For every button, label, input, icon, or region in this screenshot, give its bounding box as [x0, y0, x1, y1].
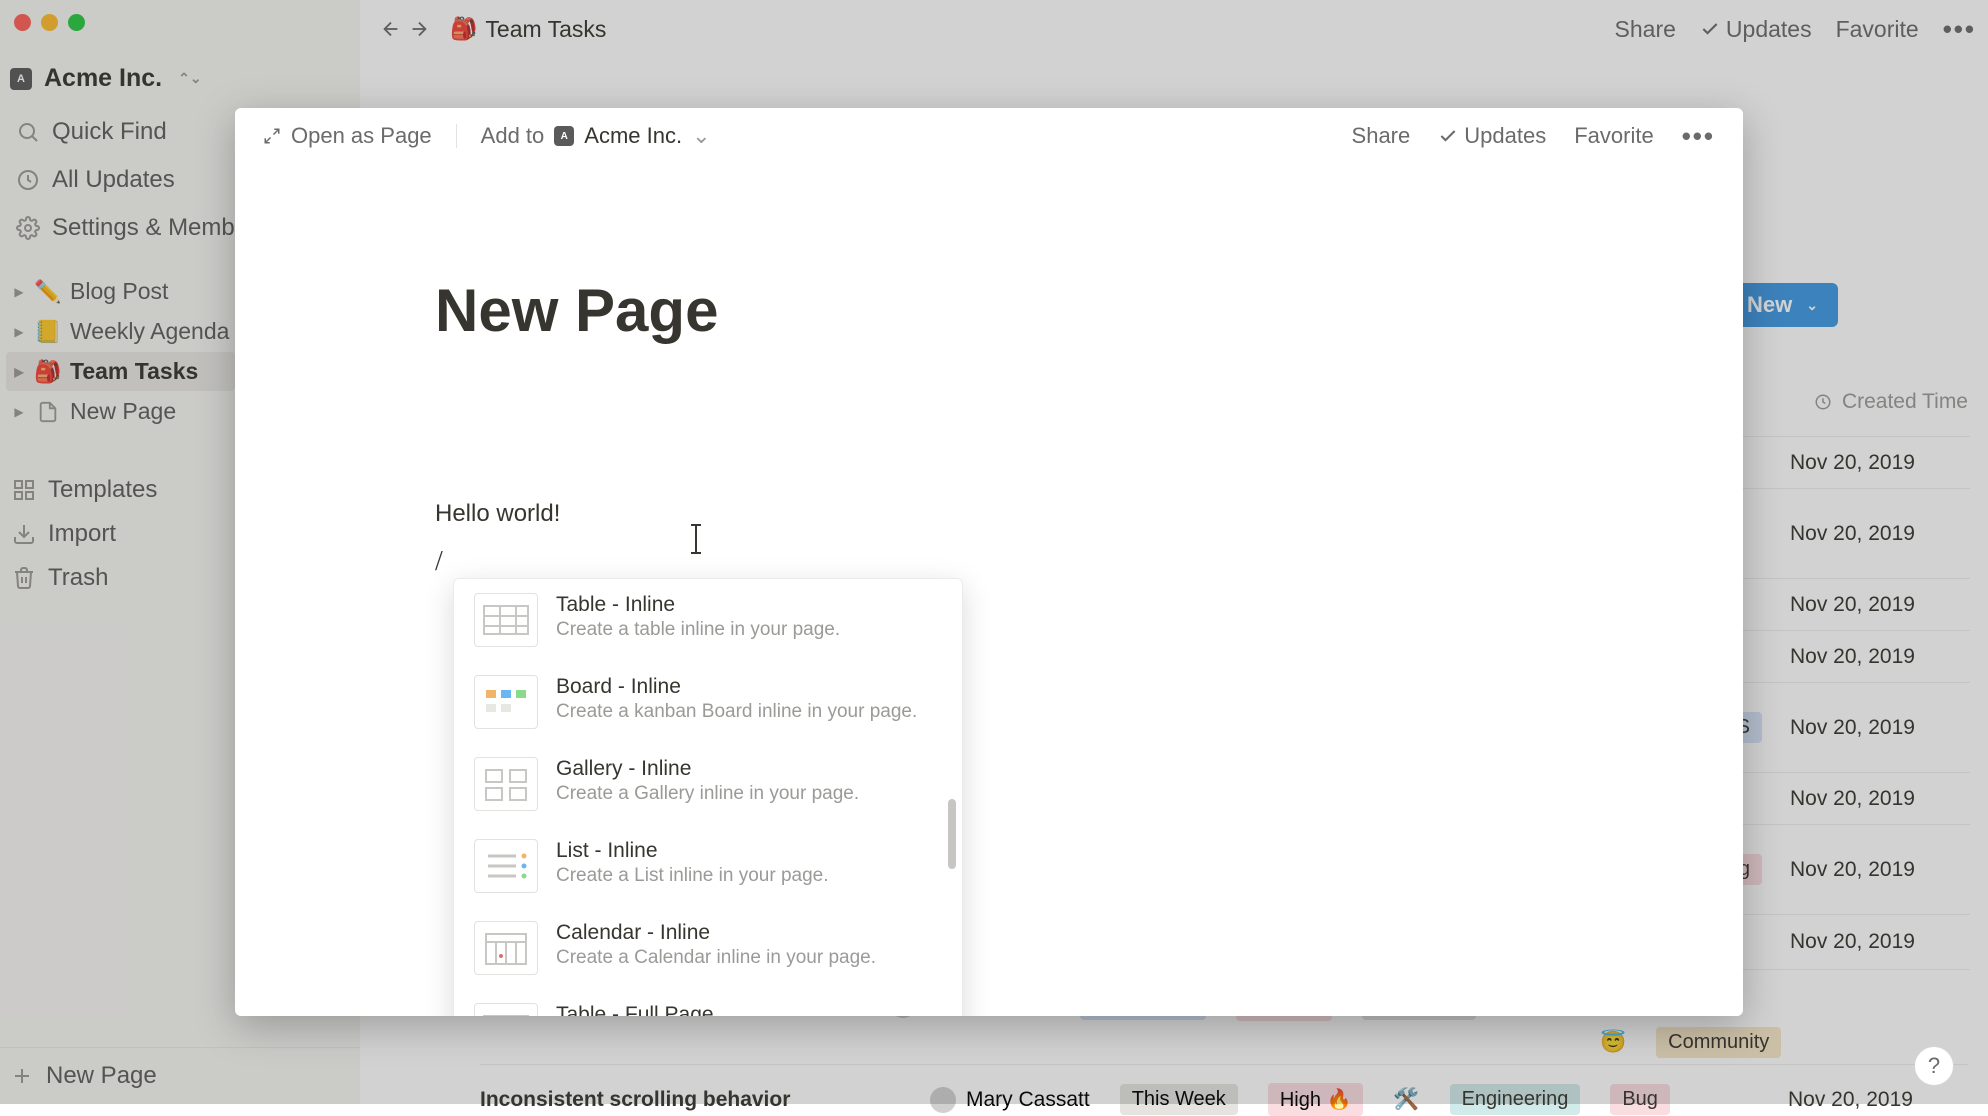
thumb-table-icon — [474, 1003, 538, 1016]
open-as-page-button[interactable]: Open as Page — [263, 123, 432, 149]
slash-item-subtitle: Create a List inline in your page. — [556, 865, 829, 887]
thumb-table-icon — [474, 593, 538, 647]
slash-item-title: Table - Inline — [556, 593, 840, 617]
slash-item-table-fullpage[interactable]: Table - Full Page — [454, 989, 962, 1016]
expand-icon — [263, 127, 281, 145]
scrollbar-thumb[interactable] — [948, 799, 956, 869]
slash-item-title: List - Inline — [556, 839, 829, 863]
modal-toolbar: Open as Page Add to A Acme Inc. ⌄ Share … — [235, 108, 1743, 164]
thumb-board-icon — [474, 675, 538, 729]
text-cursor-icon — [695, 526, 697, 552]
slash-item-subtitle: Create a Calendar inline in your page. — [556, 947, 876, 969]
slash-item-gallery-inline[interactable]: Gallery - Inline Create a Gallery inline… — [454, 743, 962, 825]
help-label: ? — [1928, 1053, 1940, 1079]
slash-item-list-inline[interactable]: List - Inline Create a List inline in yo… — [454, 825, 962, 907]
add-to-selector[interactable]: Add to A Acme Inc. ⌄ — [481, 123, 711, 149]
add-to-prefix: Add to — [481, 123, 545, 149]
slash-item-subtitle: Create a kanban Board inline in your pag… — [556, 701, 917, 723]
help-button[interactable]: ? — [1914, 1046, 1954, 1086]
slash-item-calendar-inline[interactable]: Calendar - Inline Create a Calendar inli… — [454, 907, 962, 989]
slash-item-subtitle: Create a table inline in your page. — [556, 619, 840, 641]
page-title[interactable]: New Page — [435, 276, 718, 345]
check-icon — [1438, 126, 1458, 146]
slash-command-menu: Table - Inline Create a table inline in … — [453, 578, 963, 1016]
editor-text-line[interactable]: Hello world! — [435, 500, 560, 528]
thumb-list-icon — [474, 839, 538, 893]
modal-updates-label: Updates — [1464, 123, 1546, 149]
slash-item-title: Calendar - Inline — [556, 921, 876, 945]
modal-more-button[interactable]: ••• — [1682, 121, 1715, 152]
slash-item-board-inline[interactable]: Board - Inline Create a kanban Board inl… — [454, 661, 962, 743]
slash-item-subtitle: Create a Gallery inline in your page. — [556, 783, 859, 805]
slash-item-title: Gallery - Inline — [556, 757, 859, 781]
modal-favorite-button[interactable]: Favorite — [1574, 123, 1653, 149]
workspace-icon: A — [554, 126, 574, 146]
slash-item-title: Table - Full Page — [556, 1003, 714, 1016]
thumb-calendar-icon — [474, 921, 538, 975]
modal-share-button[interactable]: Share — [1352, 123, 1411, 149]
slash-item-title: Board - Inline — [556, 675, 917, 699]
page-modal: Open as Page Add to A Acme Inc. ⌄ Share … — [235, 108, 1743, 1016]
modal-updates-button[interactable]: Updates — [1438, 123, 1546, 149]
divider — [456, 124, 457, 148]
slash-item-table-inline[interactable]: Table - Inline Create a table inline in … — [454, 579, 962, 661]
open-as-page-label: Open as Page — [291, 123, 432, 149]
thumb-gallery-icon — [474, 757, 538, 811]
add-to-workspace-name: Acme Inc. — [584, 123, 682, 149]
chevron-down-icon: ⌄ — [692, 123, 710, 149]
editor-slash-input[interactable]: / — [435, 546, 443, 578]
